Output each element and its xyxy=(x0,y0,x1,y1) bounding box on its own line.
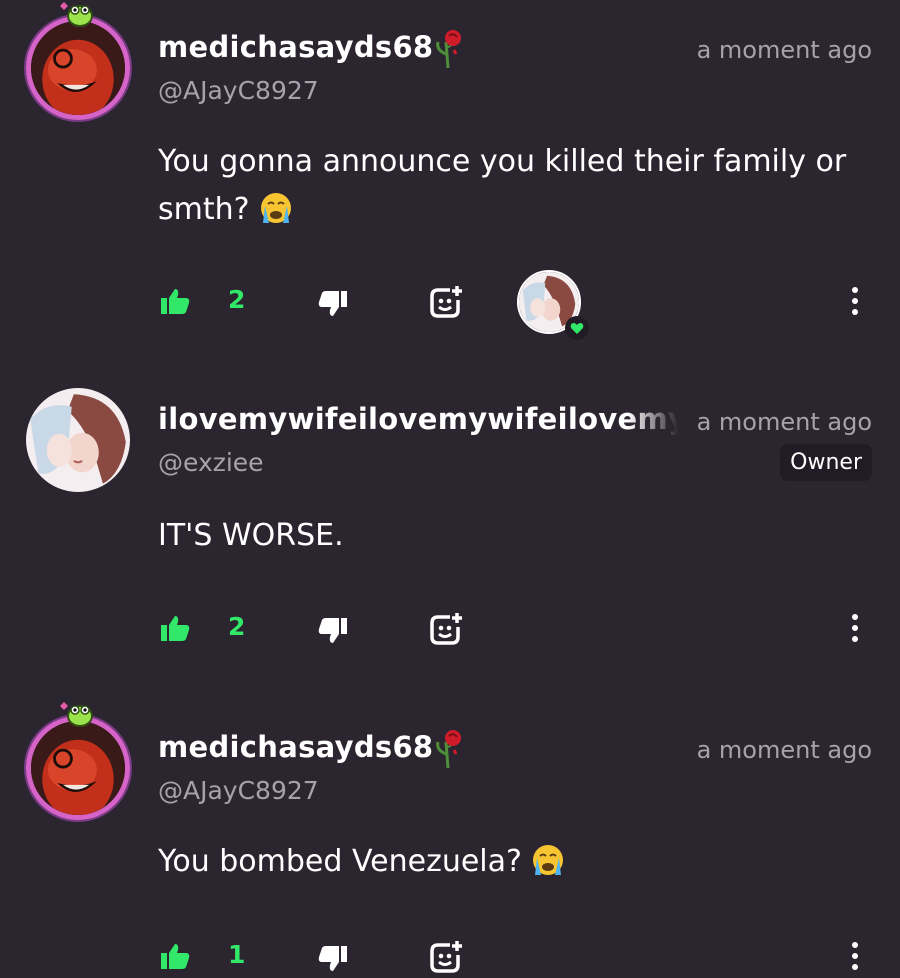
avatar[interactable] xyxy=(26,388,130,492)
wilted-rose-icon xyxy=(436,30,461,69)
add-reaction-icon[interactable] xyxy=(428,284,464,320)
comment-item: ilovemywifeilovemywifeilovemyw @exziee a… xyxy=(0,372,900,692)
comment-text: You bombed Venezuela? xyxy=(158,838,858,886)
thumbs-up-icon[interactable] xyxy=(160,287,190,315)
name-overflow-fade xyxy=(628,400,678,440)
thumbs-down-icon[interactable] xyxy=(318,617,348,645)
more-options-icon[interactable] xyxy=(848,613,862,643)
add-reaction-icon[interactable] xyxy=(428,611,464,647)
user-handle[interactable]: @exziee xyxy=(158,448,264,477)
heart-reaction-badge xyxy=(565,316,589,340)
like-count: 2 xyxy=(228,612,246,641)
comment-item: medichasayds68 @AJayC8927 a moment ago Y… xyxy=(0,0,900,360)
add-reaction-icon[interactable] xyxy=(428,939,464,975)
comment-feed: medichasayds68 @AJayC8927 a moment ago Y… xyxy=(0,0,900,978)
user-handle[interactable]: @AJayC8927 xyxy=(158,76,319,105)
comment-item: medichasayds68 @AJayC8927 a moment ago Y… xyxy=(0,700,900,978)
loudly-crying-face-icon xyxy=(261,193,292,223)
thumbs-up-icon[interactable] xyxy=(160,942,190,970)
thumbs-down-icon[interactable] xyxy=(318,290,348,318)
more-options-icon[interactable] xyxy=(848,286,862,316)
like-count: 2 xyxy=(228,285,246,314)
thumbs-up-icon[interactable] xyxy=(160,614,190,642)
timestamp: a moment ago xyxy=(696,736,872,764)
red-character-avatar-icon xyxy=(31,21,125,115)
display-name[interactable]: ilovemywifeilovemywifeilovemyw xyxy=(158,402,678,436)
display-name[interactable]: medichasayds68 xyxy=(158,30,433,64)
display-name[interactable]: medichasayds68 xyxy=(158,730,433,764)
like-count: 1 xyxy=(228,940,246,969)
timestamp: a moment ago xyxy=(696,408,872,436)
loudly-crying-face-icon xyxy=(533,845,564,875)
more-options-icon[interactable] xyxy=(848,941,862,971)
frog-ornament-icon xyxy=(60,702,93,727)
timestamp: a moment ago xyxy=(696,36,872,64)
anime-couple-avatar-icon xyxy=(26,388,130,492)
avatar[interactable] xyxy=(26,716,130,820)
wilted-rose-icon xyxy=(436,730,461,769)
comment-text-content: You bombed Venezuela? xyxy=(158,844,522,879)
frog-ornament-icon xyxy=(60,2,93,27)
comment-text: You gonna announce you killed their fami… xyxy=(158,138,858,234)
red-character-avatar-icon xyxy=(31,721,125,815)
user-handle[interactable]: @AJayC8927 xyxy=(158,776,319,805)
avatar[interactable] xyxy=(26,16,130,120)
owner-badge: Owner xyxy=(780,444,872,481)
heart-icon xyxy=(570,322,584,334)
comment-text: IT'S WORSE. xyxy=(158,518,344,553)
thumbs-down-icon[interactable] xyxy=(318,945,348,973)
